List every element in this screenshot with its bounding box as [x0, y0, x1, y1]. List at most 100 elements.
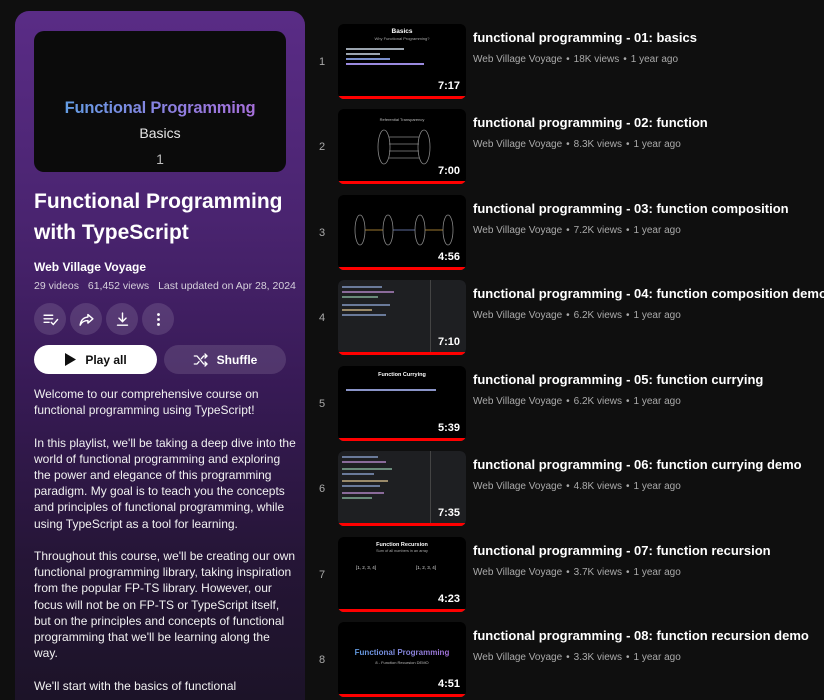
description-paragraph: Welcome to our comprehensive course on f…: [34, 387, 259, 418]
video-list-item[interactable]: 8 Functional Programming 8 - Function Re…: [310, 622, 824, 700]
thumb-array-left: [1, 2, 3, 4]: [356, 565, 377, 570]
thumb-code-line: [342, 480, 388, 482]
video-list-item[interactable]: 4 7:10 functional programming - 04: func…: [310, 280, 824, 360]
playlist-channel-link[interactable]: Web Village Voyage: [34, 260, 146, 274]
video-views: 4.8K views: [573, 481, 623, 492]
thumb-caption-title: Referential Transparency: [379, 117, 425, 122]
video-title[interactable]: functional programming - 06: function cu…: [473, 457, 802, 472]
thumb-code-line: [342, 286, 382, 288]
play-all-button[interactable]: Play all: [34, 345, 157, 374]
thumb-code-line: [342, 304, 390, 306]
video-age: 1 year ago: [633, 396, 681, 407]
playlist-action-row: [34, 303, 174, 335]
video-list-item[interactable]: 3 4:56 functional programming - 03: func…: [310, 195, 824, 275]
thumb-caption-subtitle: Why Functional Programming?: [374, 36, 430, 41]
playlist-thumbnail-title: Functional Programming: [34, 99, 286, 118]
video-title[interactable]: functional programming - 04: function co…: [473, 286, 824, 301]
video-channel[interactable]: Web Village Voyage: [473, 567, 562, 578]
video-channel[interactable]: Web Village Voyage: [473, 139, 562, 150]
thumb-code-line: [342, 461, 386, 463]
shuffle-button[interactable]: Shuffle: [164, 345, 286, 374]
playlist-updated: Last updated on Apr 28, 2024: [158, 280, 296, 292]
video-meta: Web Village Voyage • 4.8K views • 1 year ago: [473, 481, 681, 492]
video-list-item[interactable]: 2 Referential Transparency 7:00 function…: [310, 109, 824, 189]
download-button[interactable]: [106, 303, 138, 335]
watch-progress-bar: [338, 267, 466, 270]
video-age: 1 year ago: [630, 54, 679, 65]
shuffle-icon: [193, 352, 208, 367]
video-age: 1 year ago: [633, 310, 681, 321]
thumb-text-line: [346, 48, 404, 50]
thumb-diagram: [354, 214, 454, 246]
thumb-code-line: [342, 456, 378, 458]
thumb-code-line: [342, 309, 372, 311]
thumb-text-line: [346, 58, 390, 60]
video-thumbnail[interactable]: Function Recursion Sum of all numbers in…: [338, 537, 466, 612]
playlist-title: Functional Programming with TypeScript: [34, 190, 283, 244]
video-thumbnail[interactable]: Referential Transparency 7:00: [338, 109, 466, 184]
video-meta: Web Village Voyage • 6.2K views • 1 year ago: [473, 310, 681, 321]
thumb-code-line: [342, 473, 374, 475]
more-actions-button[interactable]: [142, 303, 174, 335]
video-thumbnail[interactable]: 7:35: [338, 451, 466, 526]
playlist-description: Welcome to our comprehensive course on f…: [34, 386, 296, 700]
video-title[interactable]: functional programming - 01: basics: [473, 30, 697, 45]
video-thumbnail[interactable]: 4:56: [338, 195, 466, 270]
download-icon: [116, 311, 128, 326]
video-views: 3.7K views: [573, 567, 623, 578]
video-views: 6.2K views: [573, 310, 623, 321]
video-meta: Web Village Voyage • 7.2K views • 1 year ago: [473, 225, 681, 236]
thumb-code-line: [342, 291, 394, 293]
video-channel[interactable]: Web Village Voyage: [473, 54, 562, 65]
video-index: 2: [318, 141, 326, 153]
watch-progress-bar: [338, 438, 466, 441]
video-channel[interactable]: Web Village Voyage: [473, 652, 562, 663]
video-list-item[interactable]: 1 Basics Why Functional Programming? 7:1…: [310, 24, 824, 104]
video-age: 1 year ago: [633, 139, 681, 150]
video-thumbnail[interactable]: Function Currying 5:39: [338, 366, 466, 441]
video-list-item[interactable]: 5 Function Currying 5:39 functional prog…: [310, 366, 824, 446]
watch-progress-fill: [338, 267, 466, 270]
shuffle-label: Shuffle: [216, 352, 258, 367]
video-views: 6.2K views: [573, 396, 623, 407]
video-views: 8.3K views: [573, 139, 623, 150]
video-channel[interactable]: Web Village Voyage: [473, 481, 562, 492]
video-meta: Web Village Voyage • 18K views • 1 year ago: [473, 54, 679, 65]
thumb-caption-title: Function Currying: [378, 372, 426, 378]
video-title[interactable]: functional programming - 05: function cu…: [473, 372, 763, 387]
watch-progress-fill: [338, 96, 466, 99]
video-channel[interactable]: Web Village Voyage: [473, 396, 562, 407]
thumb-caption-subtitle: 8 - Function Recursion DEMO: [375, 660, 429, 665]
video-title[interactable]: functional programming - 07: function re…: [473, 543, 771, 558]
video-thumbnail[interactable]: 7:10: [338, 280, 466, 355]
thumb-code-line: [342, 468, 392, 470]
save-playlist-button[interactable]: [34, 303, 66, 335]
video-list-item[interactable]: 7 Function Recursion Sum of all numbers …: [310, 537, 824, 617]
watch-progress-bar: [338, 609, 466, 612]
video-list-item[interactable]: 6 7:35 functional programming - 06: func…: [310, 451, 824, 531]
video-channel[interactable]: Web Village Voyage: [473, 310, 562, 321]
video-duration: 4:51: [437, 678, 460, 690]
video-thumbnail[interactable]: Basics Why Functional Programming? 7:17: [338, 24, 466, 99]
watch-progress-bar: [338, 96, 466, 99]
thumb-code-line: [342, 485, 380, 487]
share-button[interactable]: [70, 303, 102, 335]
video-title[interactable]: functional programming - 03: function co…: [473, 201, 789, 216]
watch-progress-bar: [338, 352, 466, 355]
video-title[interactable]: functional programming - 02: function: [473, 115, 708, 130]
thumb-code-split: [430, 451, 431, 523]
playlist-header-panel: Functional Programming Basics 1 Function…: [15, 11, 305, 700]
video-thumbnail[interactable]: Functional Programming 8 - Function Recu…: [338, 622, 466, 697]
video-channel[interactable]: Web Village Voyage: [473, 225, 562, 236]
thumb-code-split: [430, 280, 431, 352]
playlist-stats: 29 videos 61,452 views Last updated on A…: [34, 280, 302, 292]
video-title[interactable]: functional programming - 08: function re…: [473, 628, 809, 643]
video-duration: 5:39: [437, 422, 460, 434]
video-index: 1: [318, 56, 326, 68]
video-age: 1 year ago: [633, 225, 681, 236]
playlist-thumbnail[interactable]: Functional Programming Basics 1: [34, 31, 286, 172]
thumb-code-line: [342, 296, 378, 298]
playlist-thumbnail-number: 1: [156, 151, 164, 167]
thumb-code-line: [342, 492, 384, 494]
play-icon: [65, 353, 77, 366]
